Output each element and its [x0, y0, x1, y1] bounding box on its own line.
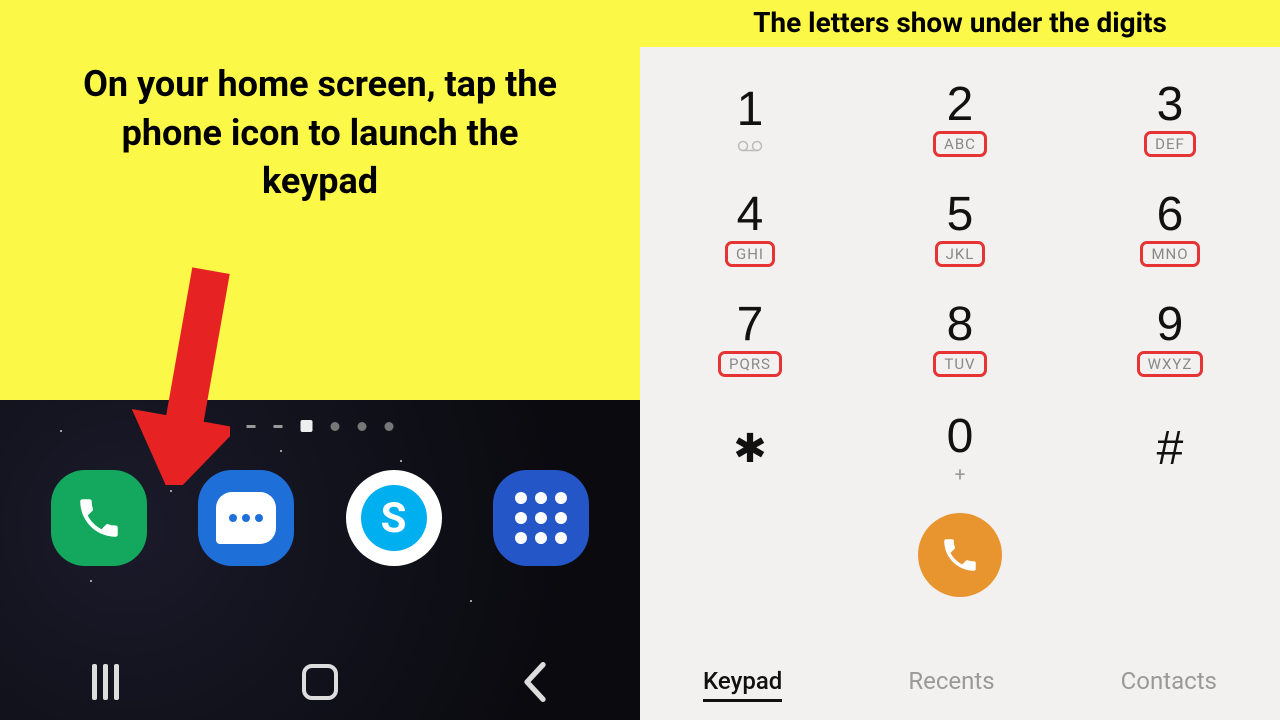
key-letters: JKL — [935, 241, 986, 267]
key-letters: PQRS — [718, 351, 782, 377]
key-letters: TUV — [933, 351, 986, 377]
apps-grid-icon — [515, 492, 567, 544]
tab-keypad[interactable]: Keypad — [703, 663, 782, 702]
key-5[interactable]: 5 JKL — [870, 179, 1050, 279]
page-indicator[interactable] — [247, 420, 394, 432]
key-4[interactable]: 4 GHI — [660, 179, 840, 279]
key-3[interactable]: 3 DEF — [1080, 69, 1260, 169]
message-bubble-icon — [216, 492, 276, 544]
apps-page-icon — [274, 425, 283, 428]
tab-contacts[interactable]: Contacts — [1121, 663, 1217, 702]
key-digit: 6 — [1157, 191, 1184, 239]
back-icon — [521, 662, 549, 702]
apps-drawer-icon[interactable] — [493, 470, 589, 566]
key-8[interactable]: 8 TUV — [870, 289, 1050, 389]
key-hash[interactable]: # — [1080, 399, 1260, 499]
nav-back-button[interactable] — [521, 662, 549, 702]
phone-handset-icon — [939, 534, 981, 576]
key-9[interactable]: 9 WXYZ — [1080, 289, 1260, 389]
key-star[interactable]: ✱ — [660, 399, 840, 499]
key-digit: 3 — [1157, 81, 1184, 129]
voicemail-icon — [737, 140, 763, 152]
call-button[interactable] — [918, 513, 1002, 597]
key-2[interactable]: 2 ABC — [870, 69, 1050, 169]
key-letters: DEF — [1144, 131, 1196, 157]
nav-home-button[interactable] — [302, 664, 338, 700]
key-0[interactable]: 0 + — [870, 399, 1050, 499]
key-sub: + — [955, 463, 966, 486]
key-digit: # — [1157, 425, 1184, 473]
home-screen: S — [0, 400, 640, 720]
left-instruction: On your home screen, tap the phone icon … — [0, 0, 640, 206]
dialer-keypad: 1 2 ABC 3 DEF 4 GHI 5 JKL 6 MNO 7 PQRS — [640, 69, 1280, 499]
key-digit: 7 — [737, 301, 764, 349]
key-digit: 1 — [737, 86, 764, 134]
key-digit: 2 — [947, 81, 974, 129]
key-letters: MNO — [1140, 241, 1199, 267]
skype-app-icon[interactable]: S — [346, 470, 442, 566]
key-1[interactable]: 1 — [660, 69, 840, 169]
home-page-dot-icon — [301, 420, 313, 432]
right-panel: The letters show under the digits 1 2 AB… — [640, 0, 1280, 720]
page-dot-icon — [358, 422, 367, 431]
key-digit: 9 — [1157, 301, 1184, 349]
right-title: The letters show under the digits — [640, 0, 1280, 47]
key-letters: GHI — [725, 241, 775, 267]
tab-recents[interactable]: Recents — [908, 663, 994, 702]
key-letters: ABC — [933, 131, 987, 157]
key-digit: 0 — [947, 413, 974, 461]
apps-page-icon — [247, 425, 256, 428]
page-dot-icon — [385, 422, 394, 431]
key-digit: ✱ — [733, 429, 767, 469]
nav-recents-button[interactable] — [92, 664, 119, 700]
left-panel: On your home screen, tap the phone icon … — [0, 0, 640, 720]
navigation-bar — [0, 662, 640, 702]
key-digit: 5 — [947, 191, 974, 239]
phone-handset-icon — [74, 493, 124, 543]
key-digit: 4 — [737, 191, 764, 239]
key-7[interactable]: 7 PQRS — [660, 289, 840, 389]
key-digit: 8 — [947, 301, 974, 349]
instruction-arrow-icon — [110, 255, 230, 485]
dialer-tabs: Keypad Recents Contacts — [640, 663, 1280, 702]
page-dot-icon — [331, 422, 340, 431]
key-letters: WXYZ — [1137, 351, 1204, 377]
dock: S — [0, 470, 640, 566]
skype-s-icon: S — [361, 485, 427, 551]
key-6[interactable]: 6 MNO — [1080, 179, 1260, 279]
